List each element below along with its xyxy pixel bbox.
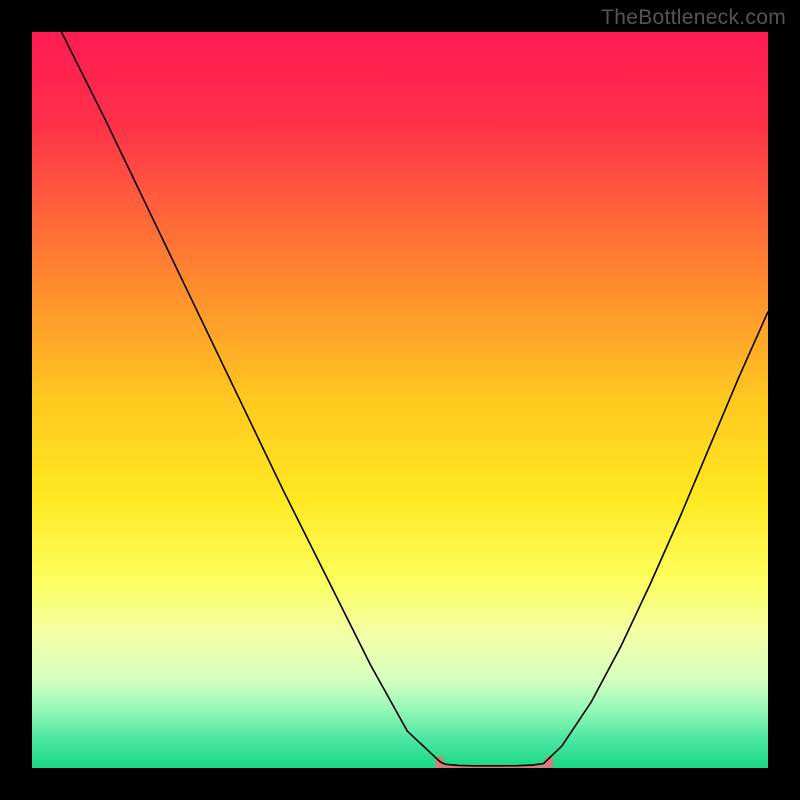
plot-area bbox=[32, 32, 768, 768]
bottleneck-curve bbox=[32, 32, 768, 768]
frame: TheBottleneck.com bbox=[0, 0, 800, 800]
watermark-text: TheBottleneck.com bbox=[601, 6, 786, 30]
